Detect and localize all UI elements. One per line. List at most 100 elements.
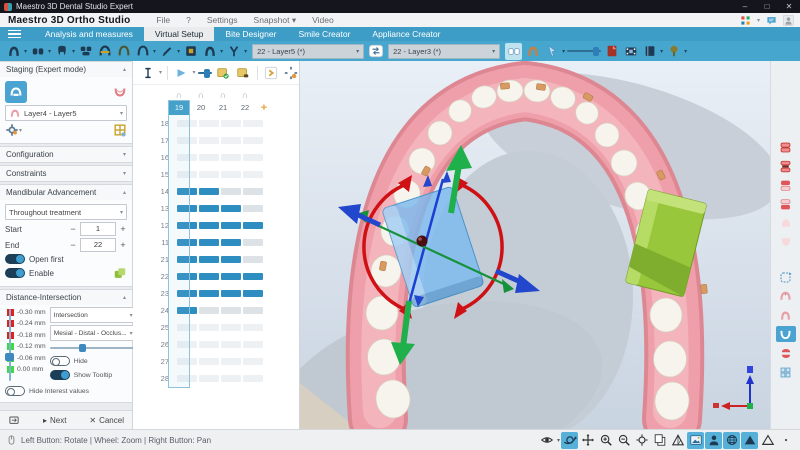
stage-segment-empty[interactable] bbox=[199, 307, 219, 314]
stage-segment-empty[interactable] bbox=[221, 137, 241, 144]
tab-appliance-creator[interactable]: Appliance Creator bbox=[361, 27, 451, 41]
stage-segment-empty[interactable] bbox=[177, 341, 197, 348]
tooth-icon-button[interactable] bbox=[53, 43, 70, 60]
stage-segment-empty[interactable] bbox=[221, 341, 241, 348]
stage-segment-filled[interactable] bbox=[221, 256, 241, 263]
stage-ibeam-icon-button[interactable] bbox=[139, 64, 156, 81]
stage-segment-filled[interactable] bbox=[177, 256, 197, 263]
show-tooltip-toggle[interactable] bbox=[49, 370, 70, 380]
occlusal-top-view-icon-button[interactable] bbox=[776, 288, 796, 304]
staging-row-tooth-12[interactable]: 12 bbox=[133, 217, 299, 234]
stage-segment-empty[interactable] bbox=[221, 307, 241, 314]
chevron-down-icon[interactable]: ▾ bbox=[757, 17, 760, 24]
stage-segment-empty[interactable] bbox=[177, 358, 197, 365]
stage-segment-empty[interactable] bbox=[243, 324, 263, 331]
menu-item-settings[interactable]: Settings bbox=[207, 15, 238, 26]
staging-row-tooth-24[interactable]: 24 bbox=[133, 302, 299, 319]
layout-grid-gold-icon[interactable] bbox=[113, 123, 127, 137]
lower-arch-view-icon-button[interactable] bbox=[775, 326, 796, 342]
avatar-icon[interactable] bbox=[783, 14, 794, 26]
arch-outline-icon-button[interactable] bbox=[134, 43, 151, 60]
chevron-down-icon[interactable]: ▾ bbox=[557, 437, 560, 444]
occlusion-lower-icon-button[interactable] bbox=[776, 196, 796, 212]
chevron-down-icon[interactable]: ▾ bbox=[48, 48, 51, 55]
multi-view-grid-icon-button[interactable] bbox=[776, 364, 796, 380]
stage-segment-filled[interactable] bbox=[177, 188, 197, 195]
staging-section-header[interactable]: Staging (Expert mode) ▴ bbox=[0, 62, 132, 77]
stage-segment-filled[interactable] bbox=[177, 307, 197, 314]
stage-segment-filled[interactable] bbox=[199, 239, 219, 246]
stage-segment-empty[interactable] bbox=[199, 120, 219, 127]
screenshot-image-icon-button[interactable] bbox=[687, 431, 704, 449]
stage-segment-empty[interactable] bbox=[177, 171, 197, 178]
tab-smile-creator[interactable]: Smile Creator bbox=[287, 27, 361, 41]
animation-speed-slider[interactable] bbox=[198, 65, 212, 81]
constraints-section-header[interactable]: Constraints ▾ bbox=[0, 166, 132, 181]
denture-icon-button[interactable] bbox=[96, 43, 113, 60]
mandibular-section-header[interactable]: Mandibular Advancement ▴ bbox=[0, 185, 132, 200]
model-tree-icon-button[interactable] bbox=[665, 43, 682, 60]
staging-row-tooth-13[interactable]: 13 bbox=[133, 200, 299, 217]
zoom-out-icon-button[interactable] bbox=[615, 432, 632, 449]
staging-row-tooth-26[interactable]: 26 bbox=[133, 336, 299, 353]
arch-band-icon-button[interactable] bbox=[201, 43, 218, 60]
pyramid-axis-icon-button[interactable] bbox=[669, 432, 686, 449]
stage-segment-empty[interactable] bbox=[243, 239, 263, 246]
close-button[interactable]: ✕ bbox=[778, 2, 800, 11]
menu-item-[interactable]: ? bbox=[186, 15, 191, 26]
staging-row-tooth-15[interactable]: 15 bbox=[133, 166, 299, 183]
staging-row-tooth-17[interactable]: 17 bbox=[133, 132, 299, 149]
upper-arch-ghost-icon-button[interactable] bbox=[776, 215, 796, 231]
stage-column-19[interactable]: 19 bbox=[169, 101, 189, 115]
stage-segment-empty[interactable] bbox=[221, 154, 241, 161]
chevron-down-icon[interactable]: ▾ bbox=[177, 48, 180, 55]
teeth-pair-icon-button[interactable] bbox=[29, 43, 46, 60]
video-export-icon-button[interactable] bbox=[622, 43, 639, 60]
stage-segment-empty[interactable] bbox=[221, 120, 241, 127]
stage-segment-filled[interactable] bbox=[199, 222, 219, 229]
dot-icon-button[interactable] bbox=[777, 432, 794, 449]
occlusal-arch-view-icon-button[interactable] bbox=[776, 307, 796, 323]
distance-section-header[interactable]: Distance-Intersection ▴ bbox=[0, 290, 132, 305]
tab-bite-designer[interactable]: Bite Designer bbox=[214, 27, 287, 41]
stage-segment-empty[interactable] bbox=[177, 137, 197, 144]
teeth-compare-icon-button[interactable] bbox=[505, 42, 523, 60]
stage-segment-empty[interactable] bbox=[243, 256, 263, 263]
staging-row-tooth-23[interactable]: 23 bbox=[133, 285, 299, 302]
staging-row-tooth-14[interactable]: 14 bbox=[133, 183, 299, 200]
stage-segment-empty[interactable] bbox=[199, 358, 219, 365]
stage-segment-filled[interactable] bbox=[199, 273, 219, 280]
stage-segment-filled[interactable] bbox=[221, 222, 241, 229]
chevron-down-icon[interactable]: ▾ bbox=[159, 69, 162, 76]
rotate-orbit-icon-button[interactable] bbox=[561, 431, 578, 449]
stage-segment-empty[interactable] bbox=[199, 324, 219, 331]
stage-segment-empty[interactable] bbox=[221, 188, 241, 195]
staging-row-tooth-25[interactable]: 25 bbox=[133, 319, 299, 336]
articulator-icon-button[interactable] bbox=[225, 43, 242, 60]
configuration-section-header[interactable]: Configuration ▾ bbox=[0, 147, 132, 162]
maximize-button[interactable]: □ bbox=[756, 2, 778, 11]
hamburger-menu-icon[interactable] bbox=[0, 27, 34, 41]
stage-segment-filled[interactable] bbox=[199, 256, 219, 263]
chevron-down-icon[interactable]: ▾ bbox=[220, 48, 223, 55]
occlusion-teeth-icon-button[interactable] bbox=[77, 43, 94, 60]
chat-icon[interactable] bbox=[766, 15, 777, 26]
staging-row-tooth-18[interactable]: 18 bbox=[133, 115, 299, 132]
chevron-down-icon[interactable]: ▾ bbox=[244, 48, 247, 55]
upper-arch-icon-button[interactable] bbox=[5, 43, 22, 60]
stage-segment-filled[interactable] bbox=[221, 290, 241, 297]
intersection-mode-select[interactable]: Intersection ▾ bbox=[49, 307, 137, 323]
arch-wire-icon-button[interactable] bbox=[115, 43, 132, 60]
menu-item-file[interactable]: File bbox=[156, 15, 170, 26]
staging-row-tooth-22[interactable]: 22 bbox=[133, 268, 299, 285]
staging-row-tooth-27[interactable]: 27 bbox=[133, 353, 299, 370]
start-minus-button[interactable]: − bbox=[69, 224, 77, 234]
layer-select-right[interactable]: 22 - Layer3 (*) ▾ bbox=[388, 43, 501, 59]
theme-palette-icon[interactable] bbox=[740, 15, 751, 26]
3d-viewport[interactable] bbox=[277, 60, 780, 450]
stage-segment-filled[interactable] bbox=[221, 205, 241, 212]
occlusion-open-icon-button[interactable] bbox=[776, 158, 796, 174]
pan-move-icon-button[interactable] bbox=[579, 432, 596, 449]
hide-interest-values-toggle[interactable] bbox=[5, 386, 25, 396]
stage-segment-filled[interactable] bbox=[221, 239, 241, 246]
